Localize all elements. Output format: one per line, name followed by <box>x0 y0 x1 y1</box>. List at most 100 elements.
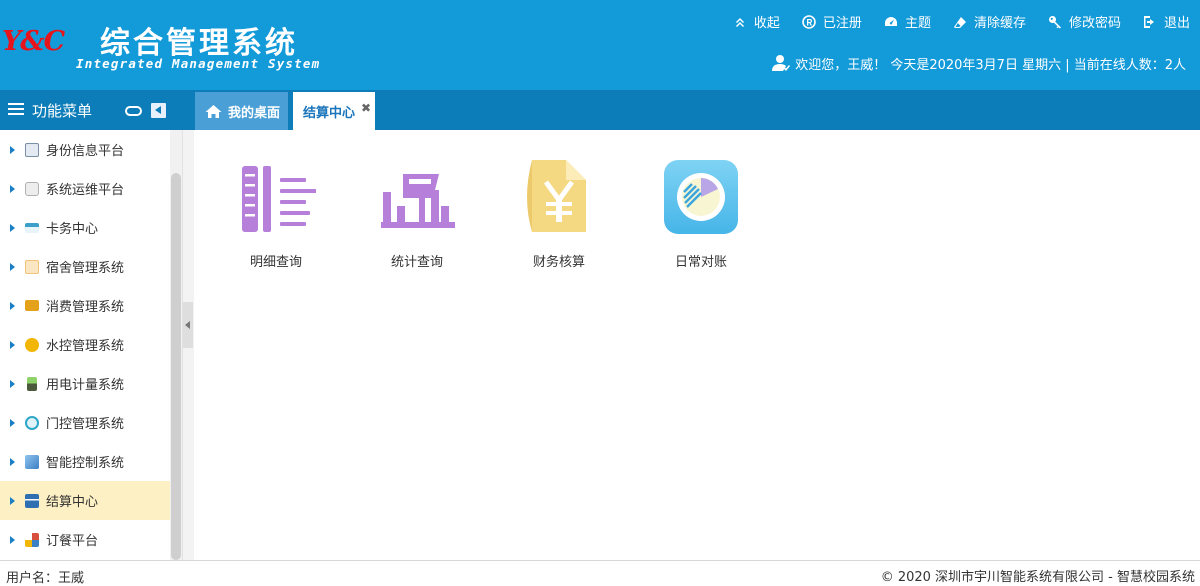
sidebar-item-label: 用电计量系统 <box>46 378 125 393</box>
header: Y&C 综合管理系统 Integrated Management System … <box>0 0 1200 90</box>
logout-button[interactable]: 退出 <box>1143 12 1190 31</box>
splitter-collapse-handle[interactable] <box>183 302 193 348</box>
tab-home-label: 我的桌面 <box>228 105 281 121</box>
change-password-button[interactable]: 修改密码 <box>1048 12 1121 31</box>
reconcile-chart-icon <box>664 160 738 234</box>
app-label: 财务核算 <box>532 255 585 270</box>
logout-icon <box>1143 15 1154 28</box>
caret-right-icon <box>10 145 15 154</box>
tab-bar: 我的桌面 结算中心 ✖ <box>181 90 1200 130</box>
registered-icon <box>802 14 816 29</box>
meter-icon <box>27 376 37 391</box>
sidebar-item-label: 水控管理系统 <box>46 339 125 354</box>
registered-button[interactable]: 已注册 <box>802 12 862 31</box>
statistics-icon <box>381 174 455 228</box>
clear-cache-label: 清除缓存 <box>973 16 1026 31</box>
app-statistics-query[interactable]: 统计查询 <box>372 157 462 270</box>
user-icon <box>772 55 791 71</box>
caret-right-icon <box>10 457 15 466</box>
sidebar: 身份信息平台 系统运维平台 卡务中心 宿舍管理系统 消费管理系统 水控管理系统 … <box>0 130 170 560</box>
desktop-area: 明细查询 统计查询 财务核算 日常对账 <box>194 130 1200 560</box>
sidebar-item-ops[interactable]: 系统运维平台 <box>0 169 170 208</box>
tab-my-desktop[interactable]: 我的桌面 <box>195 92 288 130</box>
tab-current-label: 结算中心 <box>303 105 356 121</box>
sidebar-item-label: 结算中心 <box>46 495 99 510</box>
sidebar-item-power[interactable]: 用电计量系统 <box>0 364 170 403</box>
sidebar-item-label: 智能控制系统 <box>46 456 125 471</box>
theme-label: 主题 <box>904 16 931 31</box>
app-detail-query[interactable]: 明细查询 <box>231 157 321 270</box>
sidebar-item-dorm[interactable]: 宿舍管理系统 <box>0 247 170 286</box>
welcome-text: 欢迎您，王威！ 今天是2020年3月7日 星期六 | 当前在线人数：2人 <box>795 57 1186 73</box>
registered-label: 已注册 <box>822 16 862 31</box>
calculator-icon <box>25 493 39 508</box>
meal-icon <box>25 532 39 547</box>
water-icon <box>25 337 39 352</box>
key-icon <box>1048 15 1061 28</box>
card-icon <box>25 222 39 233</box>
monitor-icon <box>25 142 39 157</box>
caret-right-icon <box>10 184 15 193</box>
home-icon <box>205 104 222 118</box>
theme-dashboard-icon <box>884 16 897 26</box>
sidebar-item-identity[interactable]: 身份信息平台 <box>0 130 170 169</box>
caret-right-icon <box>10 301 15 310</box>
sidebar-item-smart[interactable]: 智能控制系统 <box>0 442 170 481</box>
app-label: 日常对账 <box>674 255 727 270</box>
door-icon <box>25 415 39 430</box>
sidebar-item-label: 卡务中心 <box>46 222 99 237</box>
eraser-icon <box>953 16 966 28</box>
menu-list-icon <box>8 103 24 117</box>
sidebar-item-label: 身份信息平台 <box>46 144 125 159</box>
welcome-bar: 欢迎您，王威！ 今天是2020年3月7日 星期六 | 当前在线人数：2人 <box>771 53 1186 73</box>
gear-box-icon <box>25 181 39 196</box>
sidebar-item-label: 宿舍管理系统 <box>46 261 125 276</box>
logo: Y&C <box>2 26 65 57</box>
detail-list-icon <box>242 166 316 232</box>
sidebar-item-label: 门控管理系统 <box>46 417 125 432</box>
footer-copyright: © 2020 深圳市宇川智能系统有限公司 - 智慧校园系统 <box>880 570 1195 585</box>
caret-right-icon <box>10 262 15 271</box>
footer: 用户名：王威 © 2020 深圳市宇川智能系统有限公司 - 智慧校园系统 <box>0 560 1200 586</box>
logout-label: 退出 <box>1163 16 1190 31</box>
dorm-icon <box>25 259 39 274</box>
collapse-up-icon <box>735 17 744 27</box>
caret-right-icon <box>10 379 15 388</box>
sidebar-item-label: 订餐平台 <box>46 534 99 549</box>
sidebar-collapse-button[interactable] <box>151 103 166 118</box>
caret-right-icon <box>10 418 15 427</box>
sidebar-title: 功能菜单 <box>32 101 93 120</box>
theme-button[interactable]: 主题 <box>884 12 931 31</box>
caret-right-icon <box>10 535 15 544</box>
caret-right-icon <box>10 340 15 349</box>
screen-icon <box>25 454 39 469</box>
sidebar-item-card[interactable]: 卡务中心 <box>0 208 170 247</box>
app-daily-reconciliation[interactable]: 日常对账 <box>656 157 746 270</box>
caret-right-icon <box>10 496 15 505</box>
collapse-button[interactable]: 收起 <box>733 12 780 31</box>
sidebar-item-meal[interactable]: 订餐平台 <box>0 520 170 559</box>
close-icon[interactable]: ✖ <box>361 101 371 115</box>
sidebar-item-label: 系统运维平台 <box>46 183 125 198</box>
tab-settlement-center[interactable]: 结算中心 ✖ <box>293 92 375 130</box>
sidebar-scrollbar-thumb[interactable] <box>171 173 181 560</box>
sidebar-item-label: 消费管理系统 <box>46 300 125 315</box>
footer-username: 用户名：王威 <box>6 571 85 586</box>
sidebar-item-consume[interactable]: 消费管理系统 <box>0 286 170 325</box>
wallet-icon <box>25 300 39 311</box>
change-password-label: 修改密码 <box>1068 16 1121 31</box>
app-label: 统计查询 <box>390 255 443 270</box>
caret-right-icon <box>10 223 15 232</box>
toggle-icon[interactable] <box>125 106 142 116</box>
app-label: 明细查询 <box>249 255 302 270</box>
sidebar-header: 功能菜单 <box>0 90 181 130</box>
top-nav: 收起 已注册 主题 清除缓存 修改密码 退出 <box>733 12 1190 31</box>
clear-cache-button[interactable]: 清除缓存 <box>953 12 1026 31</box>
app-financial-accounting[interactable]: 财务核算 <box>514 157 604 270</box>
sidebar-item-water[interactable]: 水控管理系统 <box>0 325 170 364</box>
finance-yen-icon <box>527 160 586 232</box>
sidebar-item-door[interactable]: 门控管理系统 <box>0 403 170 442</box>
collapse-label: 收起 <box>753 16 780 31</box>
sidebar-item-settlement[interactable]: 结算中心 <box>0 481 170 520</box>
app-subtitle: Integrated Management System <box>76 56 321 71</box>
